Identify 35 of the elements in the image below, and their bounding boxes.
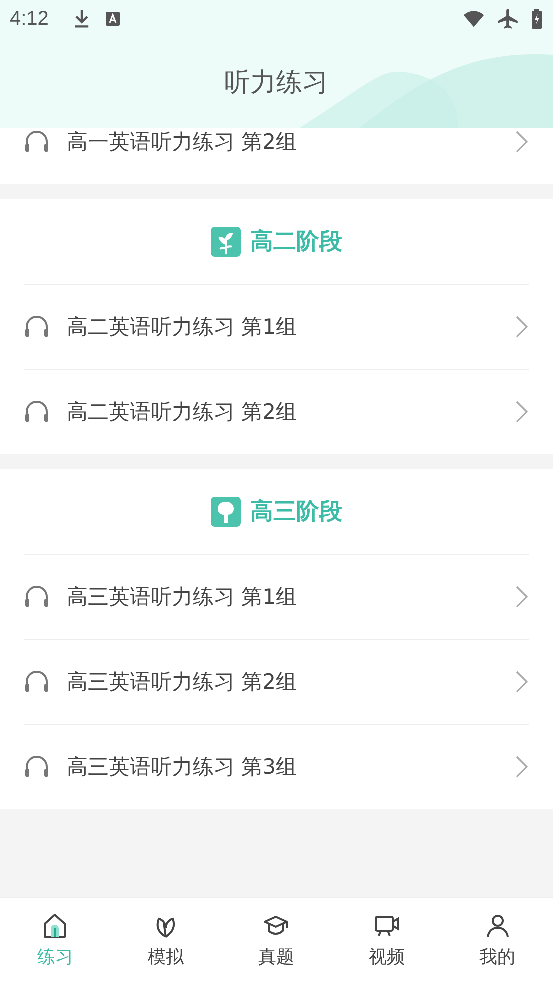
section-title: 高三阶段 xyxy=(250,498,342,527)
airplane-icon xyxy=(497,8,519,30)
sprout-icon xyxy=(210,226,240,256)
chevron-right-icon xyxy=(515,130,529,154)
section-title: 高二阶段 xyxy=(250,228,342,257)
list-item[interactable]: 高三英语听力练习 第2组 xyxy=(24,640,529,725)
video-camera-icon xyxy=(374,913,400,939)
nav-tab[interactable]: 视频 xyxy=(332,898,442,984)
status-time: 4:12 xyxy=(10,8,49,30)
headphones-icon xyxy=(24,670,50,694)
battery-icon xyxy=(531,9,543,29)
headphones-icon xyxy=(24,585,50,609)
nav-tab[interactable]: 真题 xyxy=(221,898,332,984)
chevron-right-icon xyxy=(515,670,529,694)
tree-icon xyxy=(210,496,240,526)
home-icon xyxy=(42,913,68,939)
headphones-icon xyxy=(24,130,50,154)
wifi-icon xyxy=(463,8,485,30)
list-item[interactable]: 高一英语听力练习 第2组 xyxy=(24,128,529,184)
list-item[interactable]: 高三英语听力练习 第3组 xyxy=(24,725,529,809)
font-icon xyxy=(104,11,121,27)
person-icon xyxy=(484,913,511,939)
chevron-right-icon xyxy=(515,755,529,779)
nav-tab[interactable]: 模拟 xyxy=(110,898,222,984)
headphones-icon xyxy=(24,755,50,779)
chevron-right-icon xyxy=(515,585,529,609)
chevron-right-icon xyxy=(515,400,529,424)
nav-tab[interactable]: 我的 xyxy=(442,898,553,984)
headphones-icon xyxy=(24,315,50,339)
page-title: 听力练习 xyxy=(224,67,328,100)
chevron-right-icon xyxy=(515,315,529,339)
list-item[interactable]: 高二英语听力练习 第2组 xyxy=(24,370,529,454)
list-item[interactable]: 高三英语听力练习 第1组 xyxy=(24,555,529,640)
headphones-icon xyxy=(24,400,50,424)
list-item[interactable]: 高二英语听力练习 第1组 xyxy=(24,285,529,370)
